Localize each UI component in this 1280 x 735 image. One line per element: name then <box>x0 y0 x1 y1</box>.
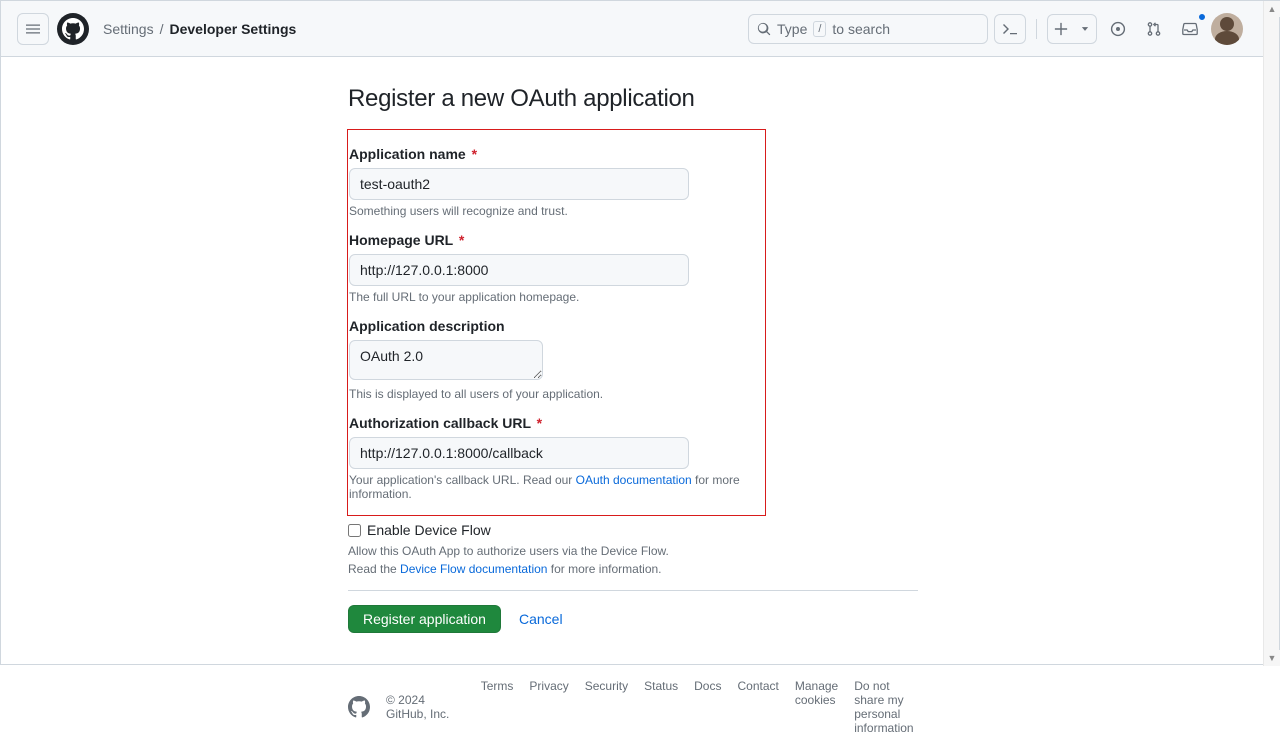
app-name-help: Something users will recognize and trust… <box>349 204 749 218</box>
breadcrumb: Settings / Developer Settings <box>103 21 296 37</box>
pull-requests-button[interactable] <box>1139 14 1169 44</box>
app-description-help: This is displayed to all users of your a… <box>349 387 749 401</box>
main-content: Register a new OAuth application Applica… <box>1 57 1279 735</box>
breadcrumb-separator: / <box>160 21 164 37</box>
search-prefix: Type <box>777 21 807 37</box>
footer-link-privacy[interactable]: Privacy <box>529 679 568 735</box>
caret-down-icon <box>1080 24 1090 34</box>
oauth-docs-link[interactable]: OAuth documentation <box>576 473 692 487</box>
search-input[interactable]: Type / to search <box>748 14 988 44</box>
page-title: Register a new OAuth application <box>348 85 918 113</box>
footer-link-docs[interactable]: Docs <box>694 679 721 735</box>
page-footer: © 2024 GitHub, Inc. Terms Privacy Securi… <box>348 679 918 735</box>
form-actions: Register application Cancel <box>348 605 918 633</box>
scrollbar[interactable]: ▲ ▼ <box>1263 1 1279 666</box>
scroll-down-icon[interactable]: ▼ <box>1264 650 1280 666</box>
command-palette-button[interactable] <box>994 14 1026 44</box>
homepage-url-label: Homepage URL * <box>349 232 749 248</box>
cancel-link[interactable]: Cancel <box>519 611 563 627</box>
create-new-button[interactable] <box>1047 14 1097 44</box>
app-description-input[interactable] <box>349 340 543 380</box>
callback-url-input[interactable] <box>349 437 689 469</box>
footer-copyright: © 2024 GitHub, Inc. <box>386 693 461 721</box>
app-description-label: Application description <box>349 318 749 334</box>
footer-link-security[interactable]: Security <box>585 679 628 735</box>
device-flow-help-1: Allow this OAuth App to authorize users … <box>348 544 918 558</box>
device-flow-docs-link[interactable]: Device Flow documentation <box>400 562 547 576</box>
plus-icon <box>1054 22 1068 36</box>
issues-icon <box>1110 21 1126 37</box>
issues-button[interactable] <box>1103 14 1133 44</box>
device-flow-help-2: Read the Device Flow documentation for m… <box>348 562 918 576</box>
scroll-up-icon[interactable]: ▲ <box>1264 1 1280 17</box>
notification-dot-icon <box>1197 12 1207 22</box>
footer-link-status[interactable]: Status <box>644 679 678 735</box>
top-bar: Settings / Developer Settings Type / to … <box>1 1 1279 57</box>
github-logo-icon[interactable] <box>57 13 89 45</box>
footer-link-cookies[interactable]: Manage cookies <box>795 679 838 735</box>
breadcrumb-developer-settings[interactable]: Developer Settings <box>169 21 296 37</box>
enable-device-flow-label: Enable Device Flow <box>367 522 491 538</box>
divider <box>348 590 918 591</box>
breadcrumb-settings[interactable]: Settings <box>103 21 154 37</box>
footer-link-terms[interactable]: Terms <box>481 679 514 735</box>
device-flow-group: Enable Device Flow Allow this OAuth App … <box>348 522 918 576</box>
callback-url-help: Your application's callback URL. Read ou… <box>349 473 749 501</box>
footer-link-dns[interactable]: Do not share my personal information <box>854 679 918 735</box>
user-avatar[interactable] <box>1211 13 1243 45</box>
app-name-label: Application name * <box>349 146 749 162</box>
github-footer-icon <box>348 695 370 719</box>
menu-button[interactable] <box>17 13 49 45</box>
search-icon <box>757 22 771 36</box>
search-kbd: / <box>813 21 826 37</box>
terminal-icon <box>1002 21 1018 37</box>
homepage-url-input[interactable] <box>349 254 689 286</box>
footer-links: Terms Privacy Security Status Docs Conta… <box>481 679 918 735</box>
highlighted-fields: Application name * Something users will … <box>347 129 766 516</box>
footer-link-contact[interactable]: Contact <box>737 679 778 735</box>
app-name-input[interactable] <box>349 168 689 200</box>
divider <box>1036 19 1037 39</box>
notifications-button[interactable] <box>1175 14 1205 44</box>
pull-request-icon <box>1146 21 1162 37</box>
search-suffix: to search <box>832 21 890 37</box>
callback-url-label: Authorization callback URL * <box>349 415 749 431</box>
register-application-button[interactable]: Register application <box>348 605 501 633</box>
inbox-icon <box>1182 21 1198 37</box>
enable-device-flow-checkbox[interactable] <box>348 524 361 537</box>
homepage-url-help: The full URL to your application homepag… <box>349 290 749 304</box>
